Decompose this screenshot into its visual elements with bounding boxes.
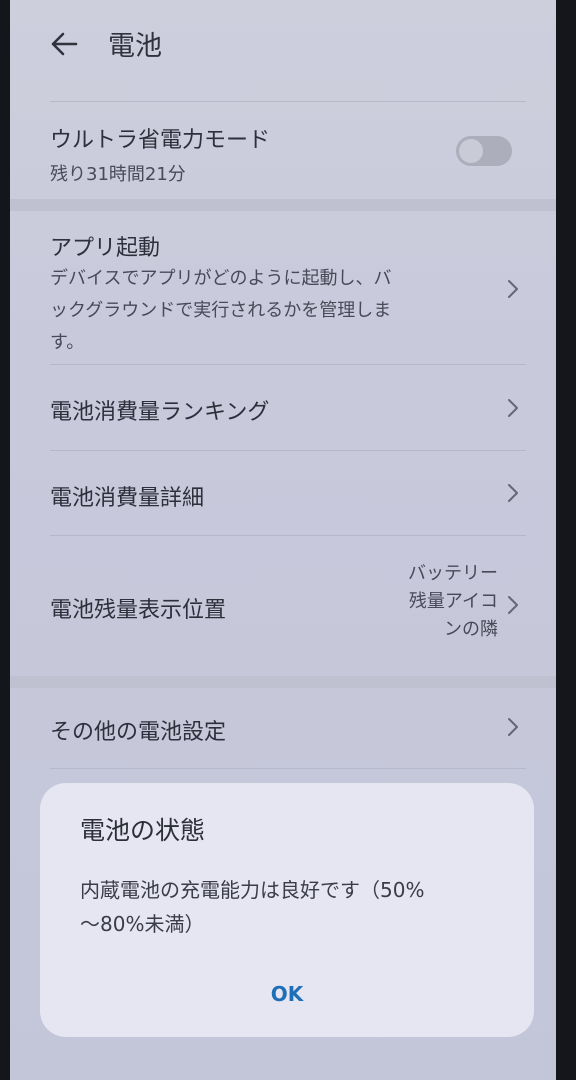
- ultra-power-mode-remaining: 残り31時間21分: [50, 164, 186, 185]
- other-battery-settings-label: その他の電池設定: [50, 720, 227, 745]
- toggle-knob: [459, 139, 483, 163]
- chevron-right-icon: [508, 596, 518, 614]
- dialog-body-line1: 内蔵電池の充電能力は良好です（50%: [80, 878, 425, 902]
- value-line: 残量アイコ: [408, 591, 498, 612]
- battery-status-dialog: 電池の状態 内蔵電池の充電能力は良好です（50% ～80%未満） OK: [40, 783, 534, 1037]
- battery-display-position-label: 電池残量表示位置: [50, 598, 227, 623]
- chevron-right-icon: [508, 718, 518, 736]
- chevron-right-icon: [508, 399, 518, 417]
- divider: [50, 364, 526, 365]
- dialog-title: 電池の状態: [80, 816, 206, 845]
- section-gap: [10, 676, 556, 688]
- divider: [50, 535, 526, 536]
- divider: [50, 768, 526, 769]
- dialog-body: 内蔵電池の充電能力は良好です（50% ～80%未満）: [80, 873, 500, 941]
- ultra-power-mode-title: ウルトラ省電力モード: [50, 128, 271, 153]
- app-launch-title: アプリ起動: [50, 236, 161, 261]
- divider: [50, 101, 526, 102]
- section-gap: [10, 199, 556, 211]
- ultra-power-mode-toggle[interactable]: [456, 136, 512, 166]
- battery-usage-details-label: 電池消費量詳細: [50, 486, 205, 511]
- value-line: バッテリー: [408, 563, 498, 584]
- app-header: 電池: [10, 0, 556, 100]
- arrow-left-icon[interactable]: [46, 26, 82, 62]
- battery-settings-screen: 電池 ウルトラ省電力モード 残り31時間21分 アプリ起動 デバイスでアプリがど…: [10, 0, 556, 1080]
- chevron-right-icon: [508, 280, 518, 298]
- battery-display-position-value: バッテリー 残量アイコ ンの隣: [378, 560, 498, 644]
- app-launch-description-line1: デバイスでアプリがどのように起動し、バ: [50, 268, 392, 289]
- app-launch-description-line3: す。: [50, 332, 85, 353]
- chevron-right-icon: [508, 484, 518, 502]
- app-launch-description-line2: ックグラウンドで実行されるかを管理しま: [50, 300, 392, 321]
- page-title: 電池: [108, 31, 162, 62]
- value-line: ンの隣: [444, 619, 498, 640]
- dialog-body-line2: ～80%未満）: [80, 912, 205, 936]
- ok-button[interactable]: OK: [237, 973, 337, 1015]
- divider: [50, 450, 526, 451]
- battery-usage-ranking-label: 電池消費量ランキング: [50, 400, 270, 425]
